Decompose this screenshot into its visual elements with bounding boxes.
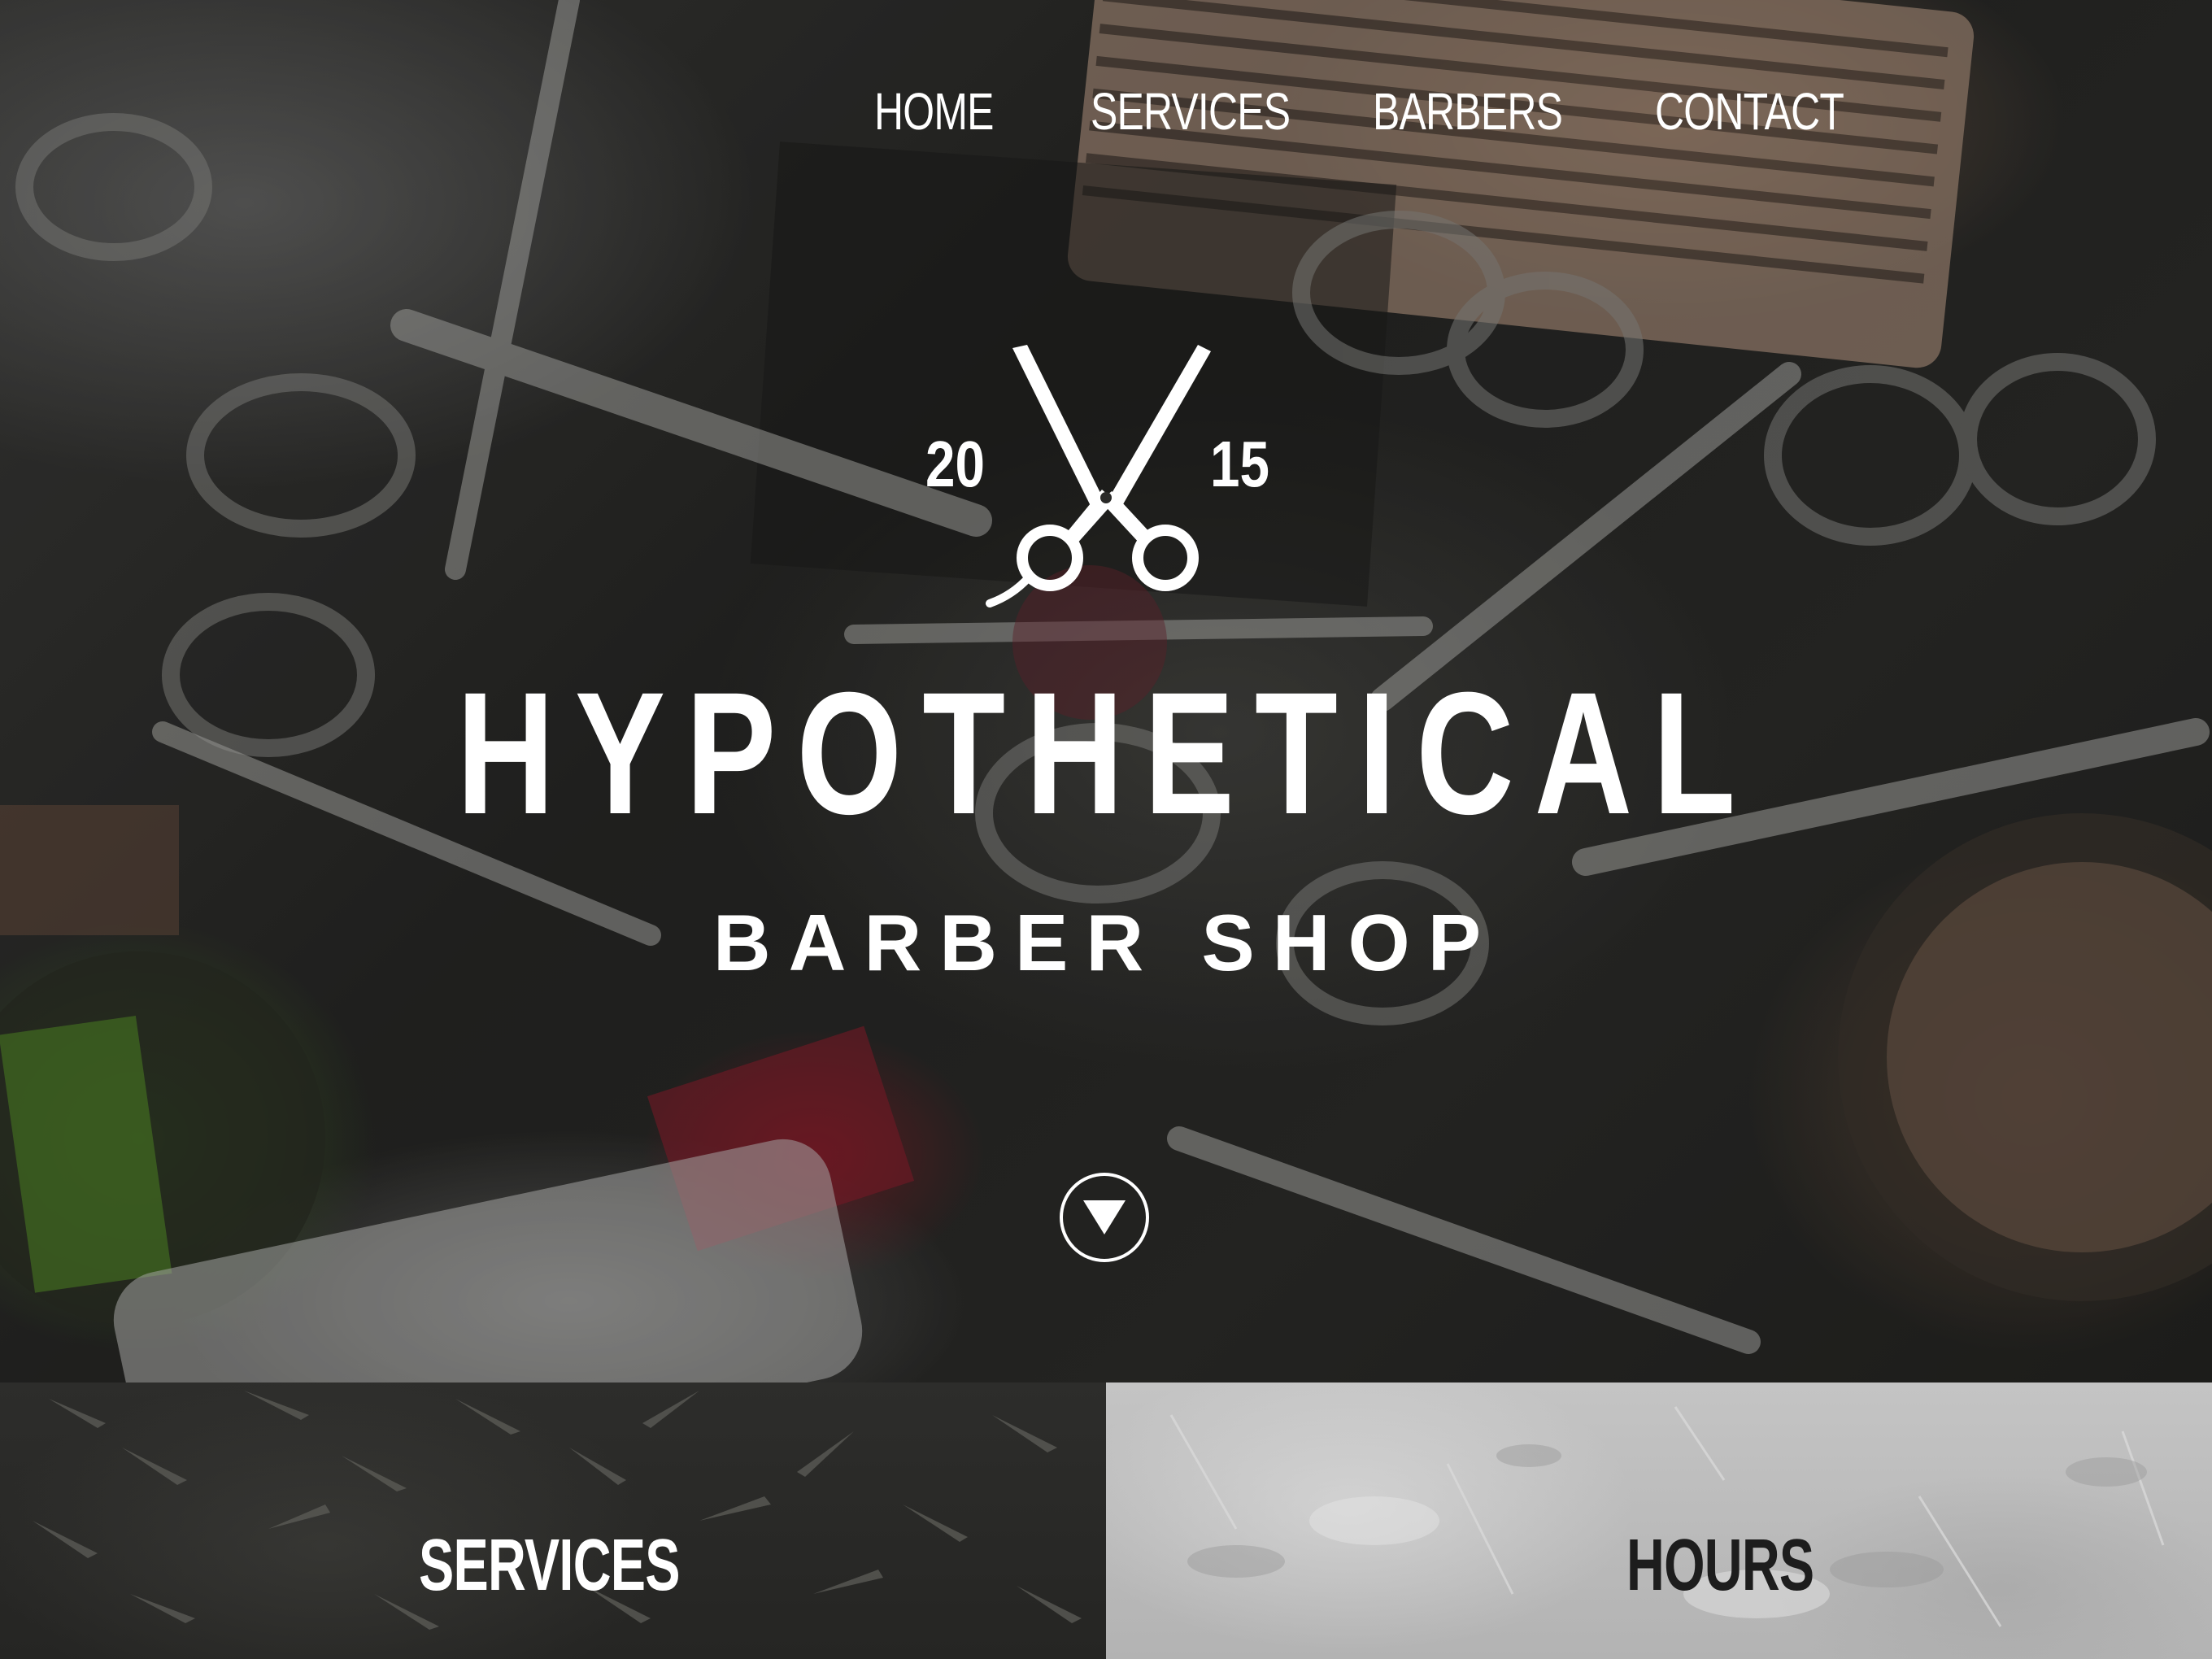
hours-heading: HOURS (1626, 1525, 1814, 1606)
logo-year-left: 20 (925, 428, 985, 500)
triangle-down-icon (1083, 1200, 1126, 1234)
nav-link-barbers[interactable]: BARBERS (1373, 81, 1563, 146)
nav-slot-services: SERVICES (1091, 81, 1373, 146)
nav-link-contact[interactable]: CONTACT (1655, 81, 1844, 146)
concrete-texture (1169, 1406, 2165, 1627)
hours-panel[interactable]: HOURS (1106, 1382, 2212, 1659)
nav-slot-barbers: BARBERS (1373, 81, 1655, 146)
nav-slot-contact: CONTACT (1655, 81, 1937, 146)
scroll-down-button[interactable] (1060, 1173, 1149, 1262)
logo: 20 15 (0, 342, 2212, 618)
diamond-plate-texture (33, 1391, 1082, 1630)
site-subtitle: BARBER SHOP (712, 898, 1500, 987)
hero-section: HOME SERVICES BARBERS CONTACT 20 15 HYPO… (0, 0, 2212, 1382)
services-heading: SERVICES (419, 1525, 680, 1606)
nav-link-services[interactable]: SERVICES (1091, 81, 1291, 146)
site-title: HYPOTHETICAL (0, 667, 2212, 841)
services-panel[interactable]: SERVICES (0, 1382, 1106, 1659)
nav-slot-home: HOME (874, 81, 1037, 146)
nav-link-home[interactable]: HOME (874, 81, 994, 146)
page: HOME SERVICES BARBERS CONTACT 20 15 HYPO… (0, 0, 2212, 1659)
scissors-icon (986, 345, 1211, 607)
site-title-text: HYPOTHETICAL (456, 656, 1756, 851)
main-nav: HOME SERVICES BARBERS CONTACT (0, 81, 2212, 146)
logo-year-right: 15 (1210, 428, 1269, 500)
